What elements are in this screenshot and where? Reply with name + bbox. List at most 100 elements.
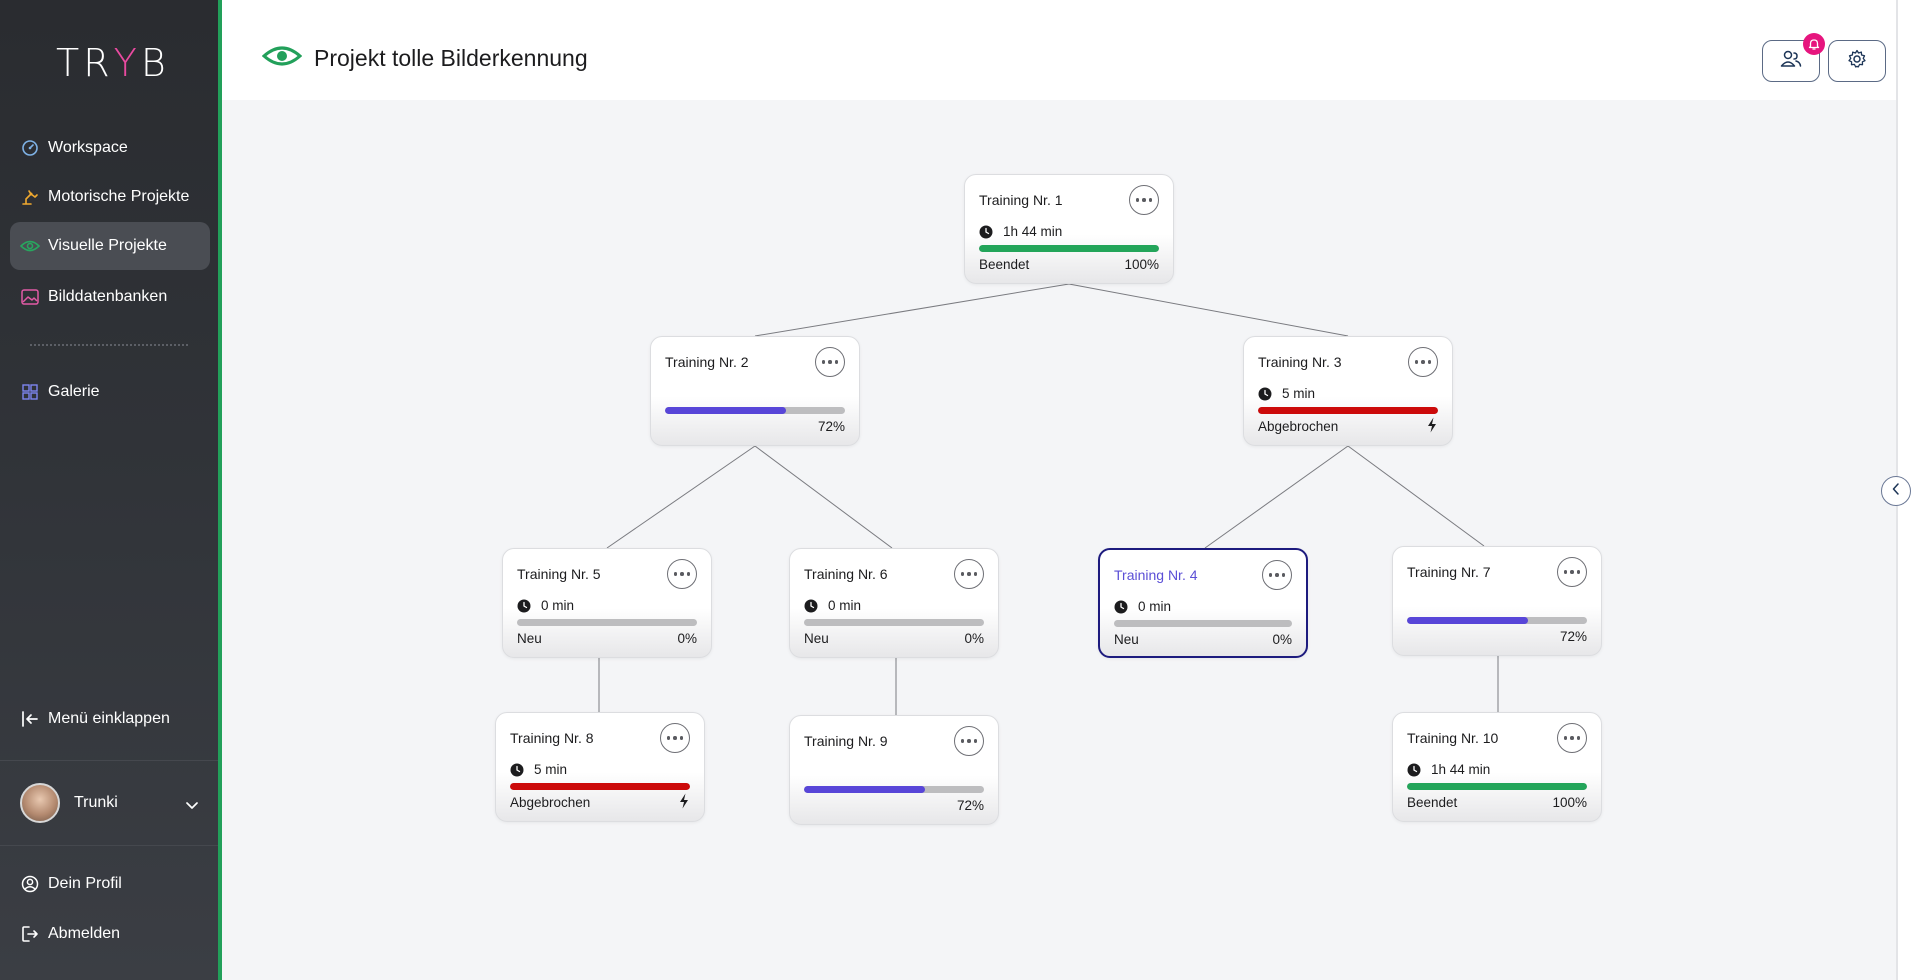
training-percent: 100% xyxy=(1124,257,1159,272)
main-area: Projekt tolle Bilderkennung Training Nr.… xyxy=(222,0,1911,980)
training-node-1[interactable]: Training Nr. 1 1h 44 min Beendet 100% xyxy=(964,174,1174,284)
node-menu-button[interactable] xyxy=(954,726,984,756)
more-horizontal-icon xyxy=(1563,570,1581,574)
collapse-left-icon xyxy=(20,709,40,729)
connector-1-3 xyxy=(1068,283,1349,337)
training-status: Neu xyxy=(1114,632,1139,647)
sidebar-item-galerie[interactable]: Galerie xyxy=(10,368,210,416)
training-title: Training Nr. 1 xyxy=(979,192,1063,208)
progress-bar xyxy=(517,619,697,626)
training-duration: 0 min xyxy=(1114,599,1171,614)
node-menu-button[interactable] xyxy=(660,723,690,753)
sidebar-item-visuelle-projekte[interactable]: Visuelle Projekte xyxy=(10,222,210,270)
node-menu-button[interactable] xyxy=(1408,347,1438,377)
training-title: Training Nr. 8 xyxy=(510,730,594,746)
training-percent: 72% xyxy=(1559,629,1587,644)
training-status: Abgebrochen xyxy=(1258,419,1339,434)
training-percent: 72% xyxy=(817,419,845,434)
progress-bar xyxy=(804,786,984,793)
sidebar-divider xyxy=(30,344,188,346)
progress-fill xyxy=(510,783,690,790)
profile-link[interactable]: Dein Profil xyxy=(10,860,210,908)
connector-1-2 xyxy=(754,283,1070,337)
training-node-9[interactable]: Training Nr. 9 72% xyxy=(789,715,999,825)
logout-icon xyxy=(20,924,40,944)
training-node-3[interactable]: Training Nr. 3 5 min Abgebrochen xyxy=(1243,336,1453,446)
training-title: Training Nr. 7 xyxy=(1407,564,1491,580)
training-percent: 0% xyxy=(677,631,697,646)
training-percent: 100% xyxy=(1552,795,1587,810)
sidebar-item-workspace[interactable]: Workspace xyxy=(10,124,210,172)
grid-icon xyxy=(20,382,40,402)
more-horizontal-icon xyxy=(673,572,691,576)
clock-icon xyxy=(1258,387,1272,400)
training-title: Training Nr. 10 xyxy=(1407,730,1499,746)
robot-arm-icon xyxy=(20,187,40,207)
user-menu[interactable]: Trunki xyxy=(0,760,218,846)
training-node-6[interactable]: Training Nr. 6 0 min Neu 0% xyxy=(789,548,999,658)
training-duration: 1h 44 min xyxy=(1407,762,1490,777)
user-name: Trunki xyxy=(74,794,118,811)
node-menu-button[interactable] xyxy=(815,347,845,377)
training-node-2[interactable]: Training Nr. 2 72% xyxy=(650,336,860,446)
gauge-icon xyxy=(20,138,40,158)
clock-icon xyxy=(510,763,524,776)
progress-bar xyxy=(1114,620,1292,627)
node-menu-button[interactable] xyxy=(1557,557,1587,587)
eye-icon xyxy=(20,236,40,256)
training-status: Neu xyxy=(517,631,542,646)
lightning-icon xyxy=(1428,417,1436,433)
training-node-7[interactable]: Training Nr. 7 72% xyxy=(1392,546,1602,656)
clock-icon xyxy=(517,599,531,612)
sidebar-item-bilddatenbanken[interactable]: Bilddatenbanken xyxy=(10,273,210,321)
clock-icon xyxy=(1407,763,1421,776)
more-horizontal-icon xyxy=(960,572,978,576)
more-horizontal-icon xyxy=(821,360,839,364)
progress-fill xyxy=(1258,407,1438,414)
more-horizontal-icon xyxy=(1135,198,1153,202)
training-title: Training Nr. 9 xyxy=(804,733,888,749)
progress-fill xyxy=(665,407,786,414)
more-horizontal-icon xyxy=(666,736,684,740)
node-menu-button[interactable] xyxy=(1262,560,1292,590)
training-node-10[interactable]: Training Nr. 10 1h 44 min Beendet 100% xyxy=(1392,712,1602,822)
sidebar: TR Y B Workspace Motorische Projekte Visue… xyxy=(0,0,218,980)
training-title: Training Nr. 2 xyxy=(665,354,749,370)
training-percent: 0% xyxy=(1272,632,1292,647)
training-title: Training Nr. 3 xyxy=(1258,354,1342,370)
more-horizontal-icon xyxy=(960,739,978,743)
progress-fill xyxy=(979,245,1159,252)
clock-icon xyxy=(1114,600,1128,613)
training-duration: 1h 44 min xyxy=(979,224,1062,239)
sidebar-item-motorische-projekte[interactable]: Motorische Projekte xyxy=(10,173,210,221)
training-title: Training Nr. 4 xyxy=(1114,567,1198,583)
progress-fill xyxy=(804,786,925,793)
training-title: Training Nr. 5 xyxy=(517,566,601,582)
node-menu-button[interactable] xyxy=(1129,185,1159,215)
expand-panel-button[interactable] xyxy=(1881,476,1911,506)
progress-bar xyxy=(979,245,1159,252)
connector-3-7 xyxy=(1347,445,1485,547)
avatar xyxy=(20,783,60,823)
progress-bar xyxy=(1258,407,1438,414)
training-percent: 72% xyxy=(956,798,984,813)
more-horizontal-icon xyxy=(1414,360,1432,364)
progress-bar xyxy=(665,407,845,414)
lightning-icon xyxy=(680,793,688,809)
more-horizontal-icon xyxy=(1268,573,1286,577)
progress-fill xyxy=(1407,783,1587,790)
logout-link[interactable]: Abmelden xyxy=(10,910,210,958)
node-menu-button[interactable] xyxy=(667,559,697,589)
collapse-menu-button[interactable]: Menü einklappen xyxy=(10,695,210,743)
training-status: Neu xyxy=(804,631,829,646)
tryb-logo[interactable]: TR Y B xyxy=(56,38,170,88)
node-menu-button[interactable] xyxy=(1557,723,1587,753)
training-node-5[interactable]: Training Nr. 5 0 min Neu 0% xyxy=(502,548,712,658)
node-menu-button[interactable] xyxy=(954,559,984,589)
training-duration: 0 min xyxy=(804,598,861,613)
training-title: Training Nr. 6 xyxy=(804,566,888,582)
training-node-8[interactable]: Training Nr. 8 5 min Abgebrochen xyxy=(495,712,705,822)
training-percent: 0% xyxy=(964,631,984,646)
training-status: Beendet xyxy=(979,257,1030,272)
training-node-4[interactable]: Training Nr. 4 0 min Neu 0% xyxy=(1098,548,1308,658)
